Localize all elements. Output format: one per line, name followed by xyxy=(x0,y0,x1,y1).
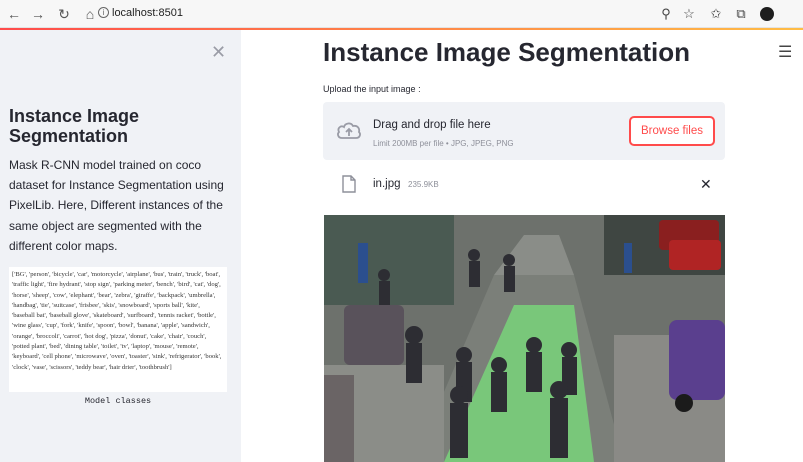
uploaded-image xyxy=(324,215,725,462)
model-classes-list: ['BG', 'person', 'bicycle', 'car', 'moto… xyxy=(12,271,222,371)
browse-files-button[interactable]: Browse files xyxy=(629,116,715,146)
uploaded-file-row: in.jpg 235.9KB ✕ xyxy=(323,170,725,200)
dropzone-subtitle: Limit 200MB per file • JPG, JPEG, PNG xyxy=(373,139,514,148)
dropzone-title: Drag and drop file here xyxy=(373,119,491,131)
cloud-upload-icon xyxy=(337,122,361,139)
profile-avatar[interactable] xyxy=(760,7,774,21)
file-icon xyxy=(342,175,356,193)
browser-toolbar: ← → ↻ ⌂ i localhost:8501 ⚲ ☆ ✩ ⧉ xyxy=(0,0,803,28)
page-title: Instance Image Segmentation xyxy=(323,37,690,67)
address-bar[interactable]: localhost:8501 xyxy=(112,7,183,19)
forward-arrow-icon[interactable]: → xyxy=(30,6,46,22)
sidebar-title: Instance Image Segmentation xyxy=(9,106,140,146)
reload-icon[interactable]: ↻ xyxy=(56,6,72,22)
sidebar: ✕ Instance Image Segmentation Mask R-CNN… xyxy=(0,30,241,462)
upload-label: Upload the input image : xyxy=(323,84,421,94)
file-size: 235.9KB xyxy=(408,180,439,189)
model-classes-caption: Model classes xyxy=(84,396,152,406)
street-scene-image xyxy=(324,215,725,462)
file-name: in.jpg xyxy=(373,178,401,190)
file-dropzone[interactable]: Drag and drop file here Limit 200MB per … xyxy=(323,102,725,160)
favorite-star-icon[interactable]: ☆ xyxy=(681,6,697,22)
home-icon[interactable]: ⌂ xyxy=(82,6,98,22)
zoom-icon[interactable]: ⚲ xyxy=(658,6,674,22)
favorites-list-icon[interactable]: ✩ xyxy=(708,6,724,22)
back-arrow-icon[interactable]: ← xyxy=(6,6,22,22)
collections-icon[interactable]: ⧉ xyxy=(733,6,749,22)
sidebar-description: Mask R-CNN model trained on coco dataset… xyxy=(9,158,224,253)
close-sidebar-icon[interactable]: ✕ xyxy=(211,43,226,61)
remove-file-icon[interactable]: ✕ xyxy=(700,176,712,193)
site-info-icon[interactable]: i xyxy=(98,7,109,18)
menu-icon[interactable]: ☰ xyxy=(778,42,792,62)
model-classes-image: ['BG', 'person', 'bicycle', 'car', 'moto… xyxy=(9,267,227,392)
